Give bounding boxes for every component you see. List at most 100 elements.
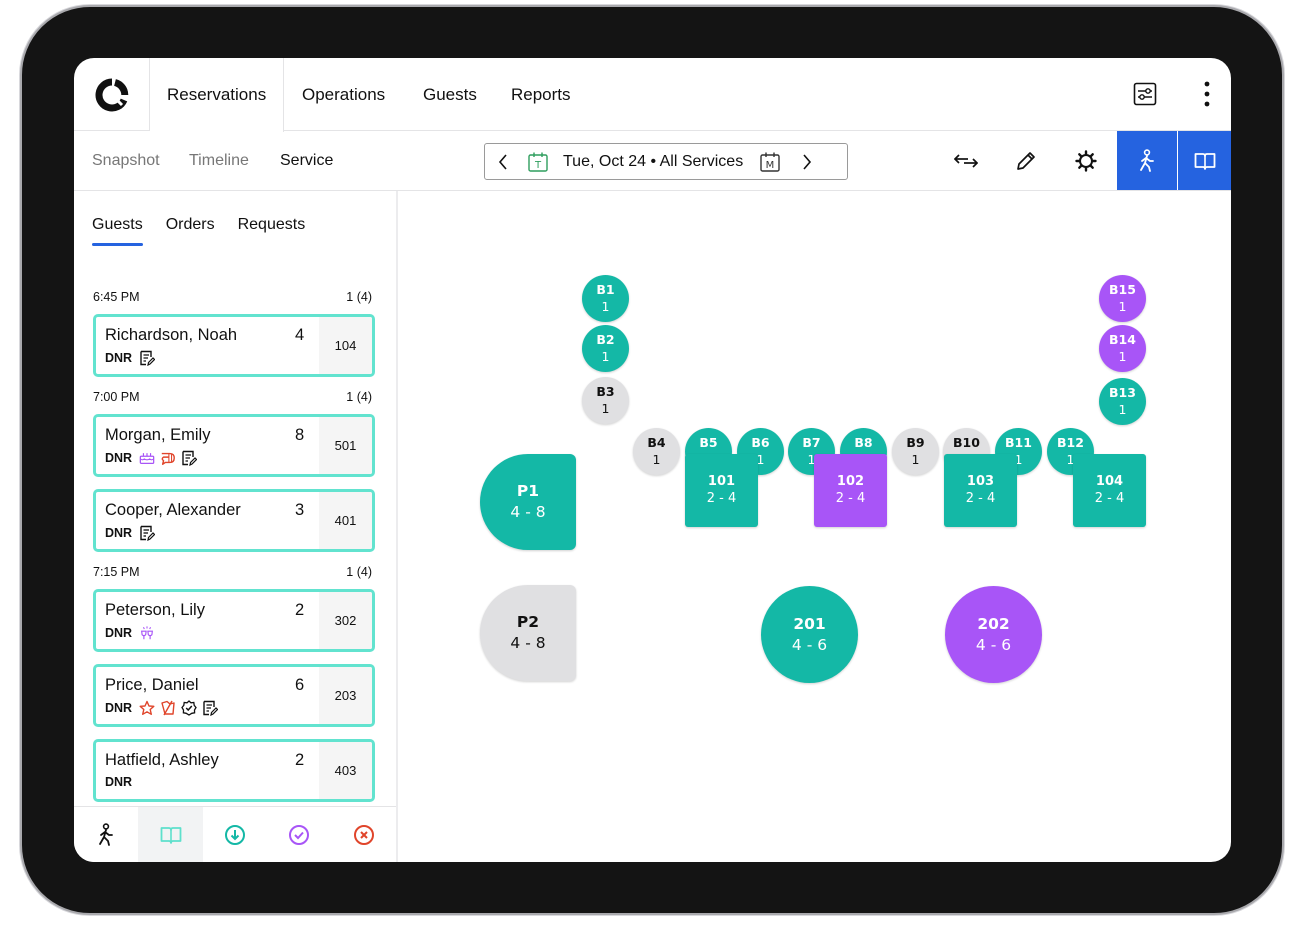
shellfish-allergy-icon — [160, 450, 176, 466]
slot-time: 7:15 PM — [93, 565, 140, 579]
table-b3[interactable]: B3 1 — [582, 377, 629, 424]
table-104[interactable]: 104 2 - 4 — [1073, 454, 1146, 527]
table-202[interactable]: 202 4 - 6 — [945, 586, 1042, 683]
verified-badge-icon — [181, 700, 197, 716]
next-day-button[interactable] — [789, 144, 825, 179]
table-name: B5 — [699, 434, 718, 450]
guest-tags: DNR — [105, 625, 155, 641]
walk-in-icon — [99, 822, 114, 846]
table-name: B10 — [953, 434, 980, 450]
more-options-button[interactable] — [1189, 76, 1225, 112]
previous-day-button[interactable] — [485, 144, 521, 179]
guest-tags: DNR — [105, 450, 198, 466]
table-b2[interactable]: B2 1 — [582, 325, 629, 372]
guest-name: Richardson, Noah — [105, 326, 238, 344]
table-name: 202 — [977, 614, 1010, 633]
filter-cancelled-button[interactable] — [332, 807, 396, 862]
table-201[interactable]: 201 4 - 6 — [761, 586, 858, 683]
table-name: B7 — [802, 434, 821, 450]
guest-tags: DNR — [105, 700, 219, 716]
dnr-tag: DNR — [105, 701, 133, 715]
floor-plan: B11B21B31B41B51B61B71B81B91B101B111B121B… — [398, 191, 1231, 862]
month-view-button[interactable]: M — [759, 151, 781, 173]
assigned-table: 403 — [319, 742, 372, 799]
table-b4[interactable]: B4 1 — [633, 428, 680, 475]
table-b15[interactable]: B15 1 — [1099, 275, 1146, 322]
settings-button[interactable] — [1056, 131, 1116, 190]
swap-tables-button[interactable] — [936, 131, 996, 190]
table-name: 201 — [793, 614, 826, 633]
time-slot-header: 7:15 PM 1 (4) — [74, 556, 396, 589]
brand-logo[interactable] — [74, 58, 150, 131]
table-102[interactable]: 102 2 - 4 — [814, 454, 887, 527]
table-name: 101 — [707, 473, 736, 489]
nav-tab-reservations[interactable]: Reservations — [150, 58, 285, 132]
party-size: 8 — [295, 426, 305, 444]
notes-icon — [181, 450, 198, 466]
guest-card[interactable]: Price, Daniel 6 DNR 203 — [93, 664, 375, 727]
table-capacity: 4 - 8 — [510, 634, 546, 652]
guest-panel: Guests Orders Requests 6:45 PM 1 (4) Ric… — [74, 191, 398, 862]
guest-card[interactable]: Richardson, Noah 4 DNR 104 — [93, 314, 375, 377]
nav-tab-operations[interactable]: Operations — [302, 58, 385, 131]
birthday-cake-icon — [139, 450, 155, 466]
table-b1[interactable]: B1 1 — [582, 275, 629, 322]
guest-card[interactable]: Cooper, Alexander 3 DNR 401 — [93, 489, 375, 552]
date-service-label[interactable]: Tue, Oct 24 • All Services — [563, 153, 743, 171]
slot-count: 1 (4) — [346, 565, 372, 579]
guest-name: Hatfield, Ashley — [105, 751, 219, 769]
filter-reservations-button[interactable] — [138, 807, 203, 862]
nav-tab-guests[interactable]: Guests — [423, 58, 477, 131]
table-103[interactable]: 103 2 - 4 — [944, 454, 1017, 527]
walk-in-button[interactable] — [1117, 131, 1177, 190]
gear-icon — [1075, 149, 1097, 172]
status-filter-bar — [74, 806, 396, 862]
nav-tab-reports[interactable]: Reports — [511, 58, 571, 131]
table-p1[interactable]: P1 4 - 8 — [480, 454, 576, 550]
today-button[interactable]: T — [527, 151, 549, 173]
guest-card[interactable]: Peterson, Lily 2 DNR 302 — [93, 589, 375, 652]
table-capacity: 2 - 4 — [965, 490, 996, 506]
slot-count: 1 (4) — [346, 390, 372, 404]
svg-text:M: M — [766, 160, 775, 171]
reservation-book-button[interactable] — [1178, 131, 1231, 190]
guest-tags: DNR — [105, 525, 156, 541]
table-b9[interactable]: B9 1 — [892, 428, 939, 475]
table-capacity: 2 - 4 — [835, 490, 866, 506]
table-name: B2 — [596, 331, 615, 347]
guest-card[interactable]: Morgan, Emily 8 DNR 501 — [93, 414, 375, 477]
subtab-service[interactable]: Service — [280, 131, 333, 191]
guest-list[interactable]: 6:45 PM 1 (4) Richardson, Noah 4 DNR 104… — [74, 281, 396, 806]
table-p2[interactable]: P2 4 - 8 — [480, 585, 576, 681]
dnr-tag: DNR — [105, 526, 133, 540]
walk-in-icon — [1140, 148, 1154, 172]
assigned-table: 203 — [319, 667, 372, 724]
table-101[interactable]: 101 2 - 4 — [685, 454, 758, 527]
completed-check-icon — [289, 824, 310, 845]
table-name: B6 — [751, 434, 770, 450]
subtab-timeline[interactable]: Timeline — [189, 131, 249, 191]
subtab-snapshot[interactable]: Snapshot — [92, 131, 160, 191]
filter-completed-button[interactable] — [267, 807, 331, 862]
chevron-right-icon — [803, 153, 812, 170]
guest-card[interactable]: Hatfield, Ashley 2 DNR 403 — [93, 739, 375, 802]
notes-icon — [139, 350, 156, 366]
filter-arrived-button[interactable] — [203, 807, 267, 862]
panel-tab-guests[interactable]: Guests — [92, 216, 143, 246]
guest-tags: DNR — [105, 350, 156, 366]
table-b14[interactable]: B14 1 — [1099, 325, 1146, 372]
party-size: 2 — [295, 751, 305, 769]
filter-walk-ins-button[interactable] — [74, 807, 138, 862]
assigned-table: 302 — [319, 592, 372, 649]
table-b13[interactable]: B13 1 — [1099, 378, 1146, 425]
filter-settings-button[interactable] — [1127, 76, 1163, 112]
slot-time: 6:45 PM — [93, 290, 140, 304]
arrived-download-icon — [225, 824, 246, 845]
notes-icon — [202, 700, 219, 716]
edit-layout-button[interactable] — [996, 131, 1056, 190]
table-name: B12 — [1057, 434, 1084, 450]
panel-tab-requests[interactable]: Requests — [238, 216, 306, 246]
table-capacity: 4 - 8 — [510, 503, 546, 521]
panel-tab-orders[interactable]: Orders — [166, 216, 215, 246]
chevron-left-icon — [498, 153, 507, 170]
